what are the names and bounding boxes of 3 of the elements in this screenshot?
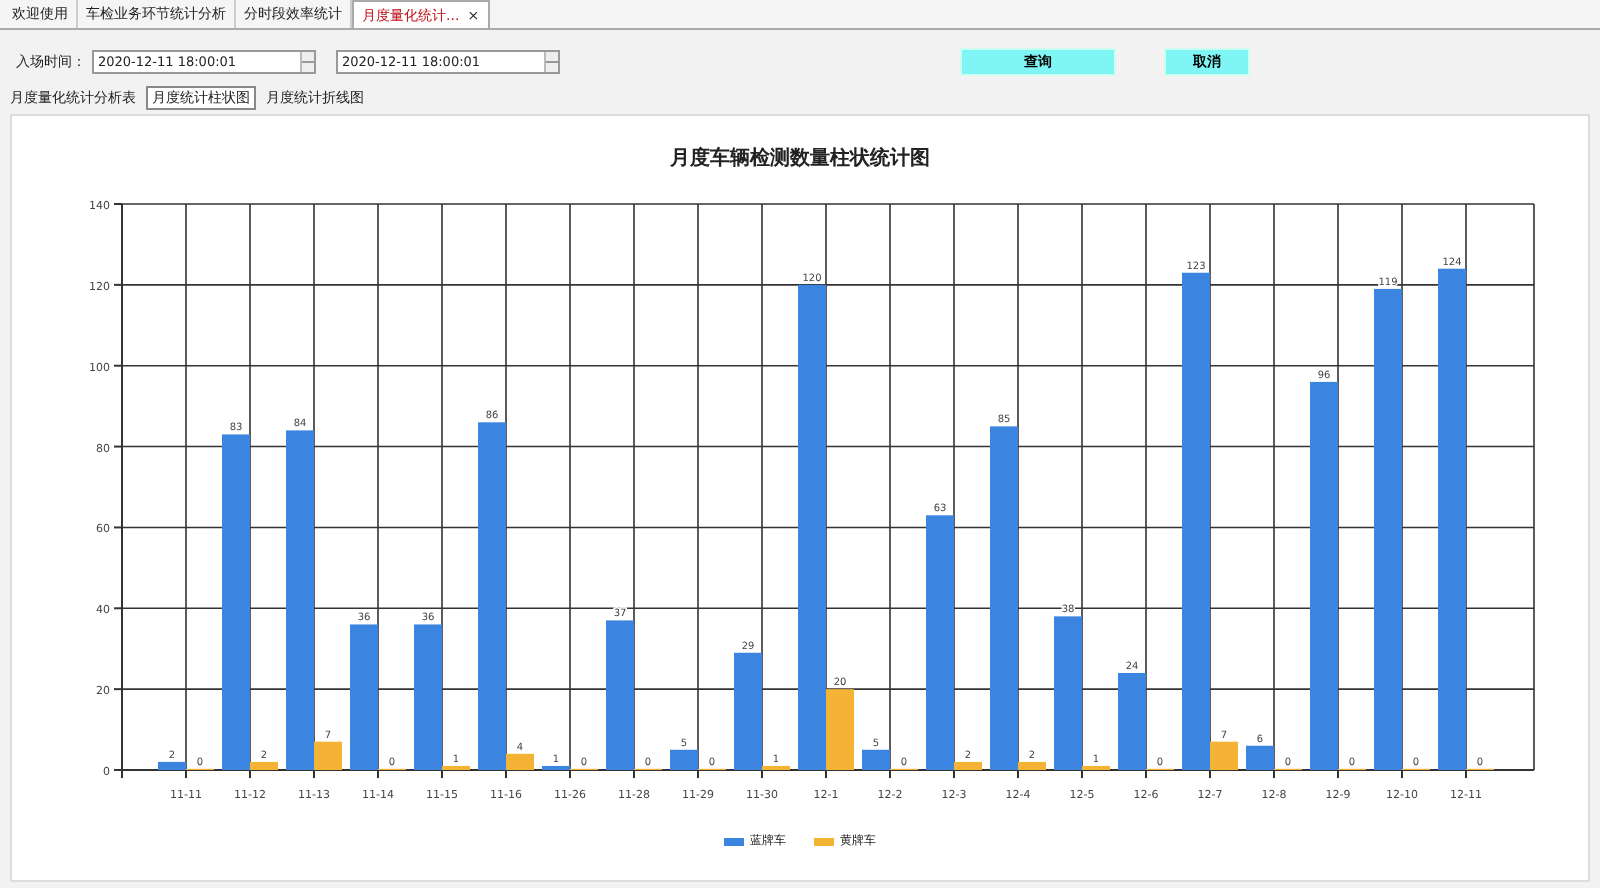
chart-title: 月度车辆检测数量柱状统计图 xyxy=(670,148,930,170)
spinner-icon[interactable] xyxy=(544,52,558,72)
spinner-icon[interactable] xyxy=(300,52,314,72)
